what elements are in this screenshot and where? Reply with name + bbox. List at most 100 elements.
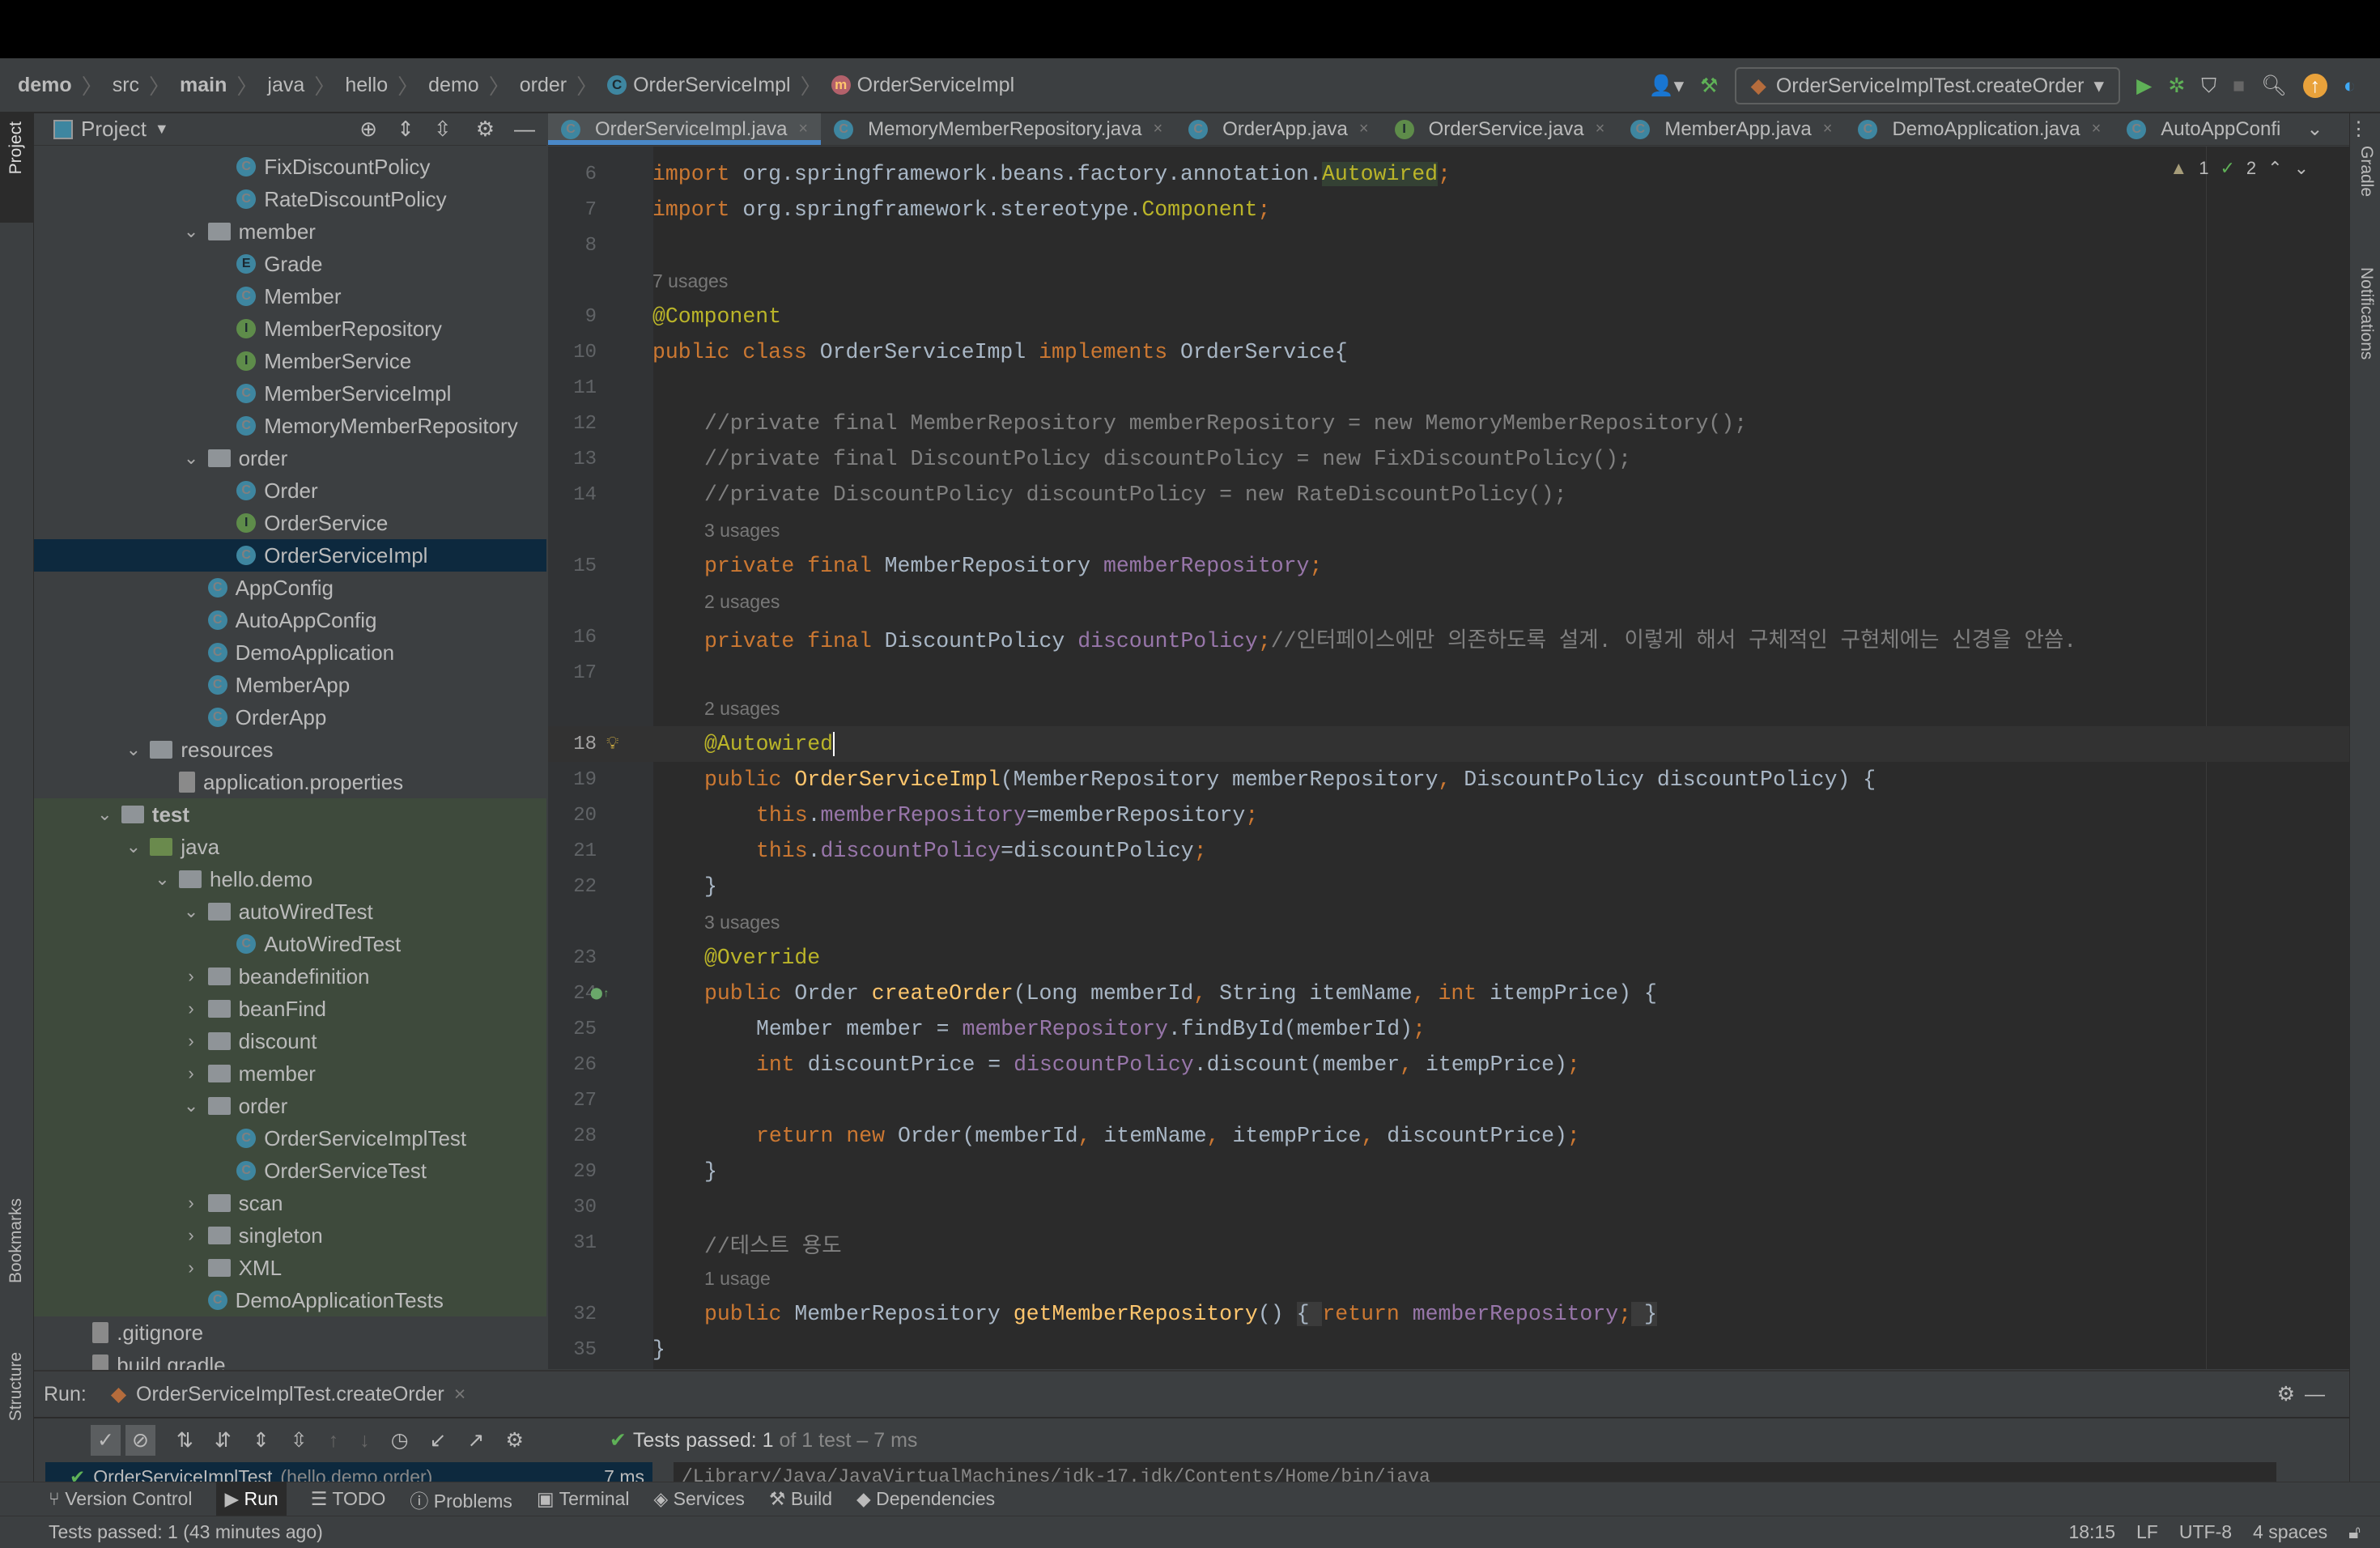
tree-item[interactable]: ⌄ test	[34, 798, 546, 831]
project-tool-button[interactable]: Project	[6, 121, 26, 174]
hide-icon[interactable]: —	[2305, 1383, 2325, 1406]
usage-hint[interactable]: 7 usages	[548, 263, 2349, 299]
close-icon[interactable]: ×	[798, 120, 808, 138]
editor-tab[interactable]: C MemberApp.java ×	[1617, 113, 1845, 145]
tree-item[interactable]: I MemberRepository	[34, 313, 546, 345]
tree-item[interactable]: › discount	[34, 1025, 546, 1057]
tree-item[interactable]: I OrderService	[34, 507, 546, 539]
tree-item[interactable]: C FixDiscountPolicy	[34, 151, 546, 183]
test-tree-row[interactable]: ✔ OrderServiceImplTest (hello.demo.order)…	[45, 1462, 652, 1483]
tree-item[interactable]: build.gradle	[34, 1349, 546, 1370]
console-output[interactable]: /Library/Java/JavaVirtualMachines/jdk-17…	[674, 1462, 2276, 1483]
import-tests-icon[interactable]: ↙	[430, 1428, 447, 1452]
tree-item[interactable]: C DemoApplication	[34, 636, 546, 669]
close-icon[interactable]: ×	[1596, 120, 1605, 138]
chevron-down-icon[interactable]: ⌄	[175, 901, 208, 922]
editor-tab[interactable]: C MemoryMemberRepository.java ×	[821, 113, 1175, 145]
tool-window-dependencies[interactable]: ◆ Dependencies	[856, 1488, 995, 1510]
build-hammer-icon[interactable]: ⚒	[1700, 74, 1718, 98]
gear-icon[interactable]: ⚙	[476, 117, 495, 142]
gear-icon[interactable]: ⚙	[2277, 1382, 2295, 1406]
structure-tool-button[interactable]: Structure	[6, 1352, 26, 1421]
chevron-right-icon[interactable]: ›	[175, 1257, 208, 1278]
file-encoding[interactable]: UTF-8	[2179, 1521, 2232, 1543]
bookmarks-tool-button[interactable]: Bookmarks	[6, 1198, 26, 1283]
breadcrumb-item[interactable]: src	[113, 74, 139, 97]
tree-item[interactable]: › scan	[34, 1187, 546, 1219]
tree-item[interactable]: C AutoAppConfig	[34, 604, 546, 636]
tree-item[interactable]: C OrderServiceTest	[34, 1155, 546, 1187]
usage-hint[interactable]: 3 usages	[548, 512, 2349, 548]
editor-tab[interactable]: C AutoAppConfi	[2114, 113, 2293, 145]
chevron-down-icon[interactable]: ⌄	[146, 869, 179, 890]
prev-highlight-icon[interactable]: ⌃	[2267, 158, 2282, 179]
usages-link[interactable]: 3 usages	[704, 912, 780, 933]
usages-link[interactable]: 1 usage	[704, 1268, 771, 1290]
editor-tab[interactable]: I OrderService.java ×	[1382, 113, 1618, 145]
chevron-down-icon[interactable]: ⌄	[175, 1095, 208, 1116]
tree-item[interactable]: C AppConfig	[34, 572, 546, 604]
tree-item[interactable]: ⌄ hello.demo	[34, 863, 546, 895]
breadcrumb-item[interactable]: demo	[18, 74, 72, 97]
tree-item[interactable]: E Grade	[34, 248, 546, 280]
caret-position[interactable]: 18:15	[2068, 1521, 2115, 1543]
tree-item[interactable]: ⌄ resources	[34, 734, 546, 766]
chevron-down-icon[interactable]: ⌄	[117, 836, 150, 857]
chevron-right-icon[interactable]: ›	[175, 1031, 208, 1052]
tree-item[interactable]: I MemberService	[34, 345, 546, 377]
breadcrumb-item[interactable]: hello	[345, 74, 388, 97]
usages-link[interactable]: 3 usages	[704, 520, 780, 542]
editor-tab[interactable]: C OrderApp.java ×	[1175, 113, 1381, 145]
run-icon[interactable]: ▶	[2136, 74, 2152, 98]
chevron-right-icon[interactable]: ›	[175, 1193, 208, 1214]
next-highlight-icon[interactable]: ⌄	[2294, 158, 2309, 179]
tree-item[interactable]: .gitignore	[34, 1316, 546, 1349]
tree-item[interactable]: C OrderServiceImpl	[34, 539, 546, 572]
chevron-down-icon[interactable]: ▼	[155, 121, 169, 138]
hide-icon[interactable]: —	[514, 117, 535, 142]
breadcrumb-item[interactable]: java	[267, 74, 304, 97]
usage-hint[interactable]: 2 usages	[548, 584, 2349, 619]
tree-item[interactable]: C MemberApp	[34, 669, 546, 701]
tool-window-services[interactable]: ◈ Services	[654, 1488, 745, 1510]
status-message[interactable]: Tests passed: 1 (43 minutes ago)	[49, 1521, 323, 1543]
tree-item[interactable]: ⌄ order	[34, 1090, 546, 1122]
search-icon[interactable]: 🔍︎	[2261, 74, 2287, 98]
tree-item[interactable]: C DemoApplicationTests	[34, 1284, 546, 1316]
show-ignored-icon[interactable]: ⊘	[125, 1425, 155, 1456]
run-config-selector[interactable]: ◆ OrderServiceImplTest.createOrder ▾	[1734, 67, 2121, 104]
usages-link[interactable]: 2 usages	[704, 698, 780, 720]
tree-item[interactable]: › member	[34, 1057, 546, 1090]
close-icon[interactable]: ×	[1153, 120, 1162, 138]
tree-item[interactable]: ⌄ order	[34, 442, 546, 474]
usage-hint[interactable]: 3 usages	[548, 904, 2349, 940]
tool-window-build[interactable]: ⚒ Build	[769, 1488, 832, 1510]
more-icon[interactable]: ⋮	[2335, 113, 2380, 145]
locate-icon[interactable]: ⊕	[359, 117, 377, 142]
close-icon[interactable]: ×	[2092, 120, 2102, 138]
collapse-all-icon[interactable]: ⇳	[434, 117, 452, 142]
tree-item[interactable]: C OrderApp	[34, 701, 546, 734]
next-test-icon[interactable]: ↓	[359, 1429, 370, 1452]
run-tab[interactable]: OrderServiceImplTest.createOrder	[136, 1383, 444, 1406]
chevron-down-icon[interactable]: ⌄	[175, 221, 208, 242]
close-icon[interactable]: ×	[1823, 120, 1833, 138]
expand-all-icon[interactable]: ⇕	[397, 117, 414, 142]
gear-icon[interactable]: ⚙	[505, 1428, 523, 1452]
tree-item[interactable]: C OrderServiceImplTest	[34, 1122, 546, 1155]
tree-item[interactable]: C Member	[34, 280, 546, 313]
inspection-widget[interactable]: ▲ 1 ✓ 2 ⌃ ⌄	[2170, 158, 2309, 179]
show-passed-icon[interactable]: ✓	[91, 1425, 121, 1456]
tree-item[interactable]: › beanFind	[34, 993, 546, 1025]
chevron-down-icon[interactable]: ⌄	[117, 739, 150, 760]
tree-item[interactable]: › XML	[34, 1252, 546, 1284]
prev-test-icon[interactable]: ↑	[329, 1429, 339, 1452]
tree-item[interactable]: C AutoWiredTest	[34, 928, 546, 960]
chevron-right-icon[interactable]: ›	[175, 966, 208, 987]
breadcrumb-item[interactable]: main	[180, 74, 227, 97]
indent-setting[interactable]: 4 spaces	[2253, 1521, 2327, 1543]
tree-item[interactable]: application.properties	[34, 766, 546, 798]
tool-window-problems[interactable]: ⓘ Problems	[410, 1486, 512, 1513]
usage-hint[interactable]: 1 usage	[548, 1261, 2349, 1296]
tree-item[interactable]: ⌄ java	[34, 831, 546, 863]
